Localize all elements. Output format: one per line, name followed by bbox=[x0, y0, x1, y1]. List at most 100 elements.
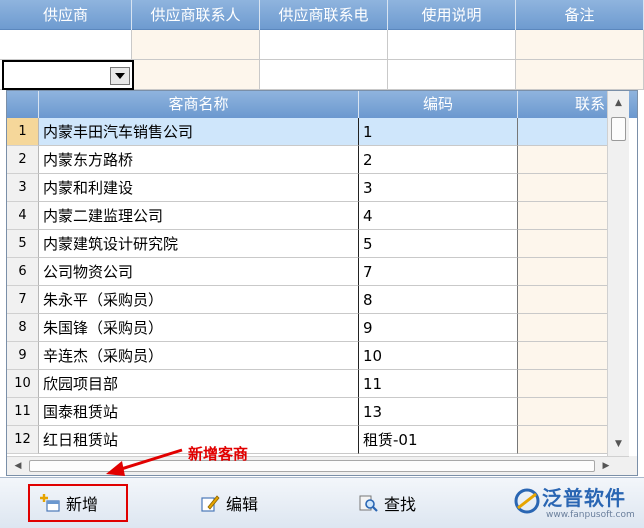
dropdown-row[interactable]: 2 内蒙东方路桥 2 bbox=[7, 146, 607, 174]
contact-cell[interactable] bbox=[518, 398, 607, 426]
contact-cell[interactable] bbox=[518, 370, 607, 398]
customer-name-cell[interactable]: 朱永平（采购员） bbox=[39, 286, 359, 314]
grid-row bbox=[0, 30, 644, 60]
vertical-scrollbar[interactable]: ▲ ▼ bbox=[607, 91, 629, 456]
dropdown-row[interactable]: 3 内蒙和利建设 3 bbox=[7, 174, 607, 202]
contact-cell[interactable] bbox=[518, 286, 607, 314]
customer-name-cell[interactable]: 辛连杰（采购员） bbox=[39, 342, 359, 370]
contact-cell[interactable] bbox=[518, 230, 607, 258]
code-cell[interactable]: 7 bbox=[359, 258, 518, 286]
customer-name-cell[interactable]: 欣园项目部 bbox=[39, 370, 359, 398]
grid-column-remarks[interactable]: 备注 bbox=[516, 0, 644, 30]
horizontal-scroll-thumb[interactable] bbox=[29, 460, 595, 472]
column-code[interactable]: 编码 bbox=[359, 91, 518, 118]
code-cell[interactable]: 1 bbox=[359, 118, 518, 146]
contact-cell[interactable] bbox=[518, 146, 607, 174]
brand-logo-icon bbox=[514, 488, 540, 514]
row-number: 9 bbox=[7, 342, 39, 370]
customer-name-cell[interactable]: 国泰租赁站 bbox=[39, 398, 359, 426]
grid-column-supplier-phone[interactable]: 供应商联系电 bbox=[260, 0, 388, 30]
code-cell[interactable]: 5 bbox=[359, 230, 518, 258]
row-number: 12 bbox=[7, 426, 39, 454]
vertical-scroll-thumb[interactable] bbox=[611, 117, 626, 141]
code-cell[interactable]: 租赁-01 bbox=[359, 426, 518, 454]
row-number: 7 bbox=[7, 286, 39, 314]
dropdown-row[interactable]: 7 朱永平（采购员） 8 bbox=[7, 286, 607, 314]
row-number: 10 bbox=[7, 370, 39, 398]
grid-cell[interactable] bbox=[388, 30, 516, 60]
customer-dropdown-list[interactable]: 客商名称 编码 联系 1 内蒙丰田汽车销售公司 1 2 内蒙东方路桥 2 3 内蒙和利建设 3 4… bbox=[6, 90, 638, 476]
code-cell[interactable]: 10 bbox=[359, 342, 518, 370]
find-button-label: 查找 bbox=[384, 495, 417, 514]
dropdown-row[interactable]: 4 内蒙二建监理公司 4 bbox=[7, 202, 607, 230]
row-number: 8 bbox=[7, 314, 39, 342]
horizontal-scrollbar[interactable]: ◀ ▶ bbox=[7, 456, 629, 475]
dropdown-row[interactable]: 10 欣园项目部 11 bbox=[7, 370, 607, 398]
contact-cell[interactable] bbox=[518, 342, 607, 370]
code-cell[interactable]: 13 bbox=[359, 398, 518, 426]
grid-column-usage-notes[interactable]: 使用说明 bbox=[388, 0, 516, 30]
dropdown-row[interactable]: 8 朱国锋（采购员） 9 bbox=[7, 314, 607, 342]
grid-cell[interactable] bbox=[260, 30, 388, 60]
grid-column-supplier-contact[interactable]: 供应商联系人 bbox=[132, 0, 260, 30]
dropdown-row[interactable]: 5 内蒙建筑设计研究院 5 bbox=[7, 230, 607, 258]
customer-name-cell[interactable]: 内蒙丰田汽车销售公司 bbox=[39, 118, 359, 146]
grid-cell[interactable] bbox=[0, 30, 132, 60]
edit-icon bbox=[200, 493, 220, 513]
grid-cell[interactable] bbox=[260, 60, 388, 90]
dropdown-row[interactable]: 9 辛连杰（采购员） 10 bbox=[7, 342, 607, 370]
customer-name-cell[interactable]: 公司物资公司 bbox=[39, 258, 359, 286]
contact-cell[interactable] bbox=[518, 258, 607, 286]
dropdown-row[interactable]: 6 公司物资公司 7 bbox=[7, 258, 607, 286]
code-cell[interactable]: 9 bbox=[359, 314, 518, 342]
add-button[interactable]: 新增 bbox=[28, 484, 128, 522]
grid-cell[interactable] bbox=[132, 30, 260, 60]
row-number: 4 bbox=[7, 202, 39, 230]
contact-cell[interactable] bbox=[518, 426, 607, 454]
find-icon bbox=[358, 493, 378, 513]
bottom-toolbar: 新增 编辑 查找 泛普软件 www.fanpusoft.com bbox=[0, 477, 644, 528]
edit-button[interactable]: 编辑 bbox=[190, 484, 268, 522]
customer-name-cell[interactable]: 内蒙建筑设计研究院 bbox=[39, 230, 359, 258]
add-icon bbox=[40, 493, 60, 513]
contact-cell[interactable] bbox=[518, 118, 607, 146]
scroll-left-arrow-icon[interactable]: ◀ bbox=[9, 457, 27, 475]
grid-cell[interactable] bbox=[388, 60, 516, 90]
code-cell[interactable]: 4 bbox=[359, 202, 518, 230]
code-cell[interactable]: 3 bbox=[359, 174, 518, 202]
code-cell[interactable]: 11 bbox=[359, 370, 518, 398]
scroll-right-arrow-icon[interactable]: ▶ bbox=[597, 457, 615, 475]
scrollbar-corner bbox=[629, 456, 637, 475]
column-contact[interactable]: 联系 bbox=[518, 91, 607, 118]
annotation-text: 新增客商 bbox=[188, 445, 249, 463]
grid-cell[interactable] bbox=[516, 60, 644, 90]
add-button-label: 新增 bbox=[66, 495, 99, 514]
dropdown-row[interactable]: 12 红日租赁站 租赁-01 bbox=[7, 426, 607, 454]
grid-cell[interactable] bbox=[132, 60, 260, 90]
find-button[interactable]: 查找 bbox=[348, 484, 426, 522]
customer-name-cell[interactable]: 内蒙东方路桥 bbox=[39, 146, 359, 174]
row-number: 5 bbox=[7, 230, 39, 258]
row-number: 11 bbox=[7, 398, 39, 426]
dropdown-header: 客商名称 编码 联系 bbox=[7, 91, 637, 118]
customer-name-cell[interactable]: 内蒙二建监理公司 bbox=[39, 202, 359, 230]
dropdown-row[interactable]: 1 内蒙丰田汽车销售公司 1 bbox=[7, 118, 607, 146]
edit-button-label: 编辑 bbox=[226, 495, 259, 514]
supplier-combo-input[interactable] bbox=[2, 60, 134, 90]
code-cell[interactable]: 2 bbox=[359, 146, 518, 174]
customer-name-cell[interactable]: 朱国锋（采购员） bbox=[39, 314, 359, 342]
grid-cell[interactable] bbox=[516, 30, 644, 60]
contact-cell[interactable] bbox=[518, 202, 607, 230]
contact-cell[interactable] bbox=[518, 314, 607, 342]
dropdown-row[interactable]: 11 国泰租赁站 13 bbox=[7, 398, 607, 426]
grid-column-supplier[interactable]: 供应商 bbox=[0, 0, 132, 30]
brand-url: www.fanpusoft.com bbox=[546, 510, 635, 520]
column-customer-name[interactable]: 客商名称 bbox=[39, 91, 359, 118]
scroll-down-arrow-icon[interactable]: ▼ bbox=[608, 434, 629, 454]
dropdown-arrow-button[interactable] bbox=[110, 67, 130, 85]
code-cell[interactable]: 8 bbox=[359, 286, 518, 314]
customer-name-cell[interactable]: 内蒙和利建设 bbox=[39, 174, 359, 202]
contact-cell[interactable] bbox=[518, 174, 607, 202]
brand-logo: 泛普软件 www.fanpusoft.com bbox=[512, 482, 640, 526]
scroll-up-arrow-icon[interactable]: ▲ bbox=[608, 93, 629, 113]
